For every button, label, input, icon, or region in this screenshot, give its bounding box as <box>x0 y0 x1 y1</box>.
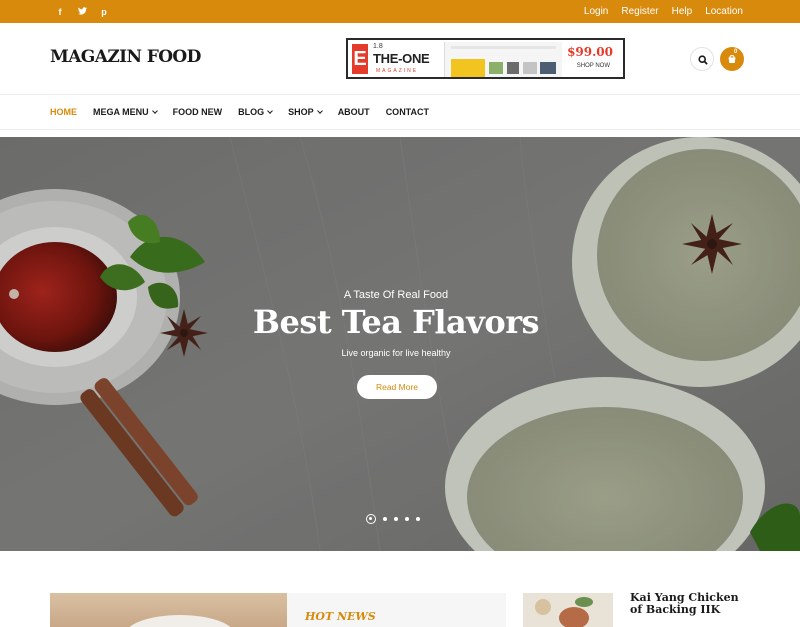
search-button[interactable] <box>690 47 714 71</box>
hero-title: Best Tea Flavors <box>252 303 540 341</box>
news-title-link[interactable]: Kai Yang Chicken of Backing IIK <box>630 592 750 616</box>
nav-item-food-new[interactable]: FOOD NEW <box>173 107 223 117</box>
social-links: f p <box>55 0 109 23</box>
login-link[interactable]: Login <box>584 6 608 17</box>
banner-version: 1.8 <box>373 43 383 50</box>
nav-item-label: BLOG <box>238 107 265 117</box>
nav-divider-bottom <box>0 129 800 130</box>
featured-post-image[interactable] <box>50 593 287 627</box>
cart-count-badge: 0 <box>734 49 738 55</box>
news-thumbnail[interactable] <box>523 593 613 627</box>
top-links: Login Register Help Location <box>584 0 743 23</box>
slider-dot-1[interactable] <box>366 514 376 524</box>
hot-news-label: HOT NEWS <box>305 610 376 623</box>
site-logo[interactable]: MAGAZIN FOOD <box>50 47 201 67</box>
hero-tagline: Live organic for live healthy <box>341 348 451 358</box>
slider-dot-2[interactable] <box>383 517 387 521</box>
read-more-button[interactable]: Read More <box>357 375 437 399</box>
nav-item-label: SHOP <box>288 107 314 117</box>
nav-item-label: MEGA MENU <box>93 107 149 117</box>
ad-banner[interactable]: E 1.8 THE-ONE MAGAZINE $99.00 SHOP NOW <box>346 38 625 79</box>
banner-price: $99.00 <box>567 45 613 59</box>
banner-cta[interactable]: SHOP NOW <box>577 63 610 69</box>
banner-tagline: MAGAZINE <box>376 68 419 74</box>
top-bar: f p Login Register Help Location <box>0 0 800 23</box>
chevron-down-icon <box>151 108 158 114</box>
hero-overlay <box>0 137 800 551</box>
banner-preview-image <box>444 42 562 77</box>
banner-logo-icon: E <box>352 44 368 74</box>
help-link[interactable]: Help <box>672 6 693 17</box>
slider-dot-5[interactable] <box>416 517 420 521</box>
location-link[interactable]: Location <box>705 6 743 17</box>
chevron-down-icon <box>316 108 323 114</box>
nav-item-blog[interactable]: BLOG <box>238 107 274 117</box>
register-link[interactable]: Register <box>621 6 658 17</box>
banner-brand: THE-ONE <box>373 51 430 66</box>
chevron-down-icon <box>267 108 274 114</box>
nav-item-label: FOOD NEW <box>172 107 223 117</box>
hero-subtitle: A Taste Of Real Food <box>343 289 449 301</box>
nav-item-label: HOME <box>50 107 77 117</box>
facebook-icon[interactable]: f <box>55 7 65 17</box>
slider-dot-4[interactable] <box>405 517 409 521</box>
nav-item-home[interactable]: HOME <box>50 107 77 117</box>
nav-item-label: ABOUT <box>337 107 370 117</box>
nav-item-about[interactable]: ABOUT <box>338 107 370 117</box>
nav-item-label: CONTACT <box>385 107 430 117</box>
slider-dot-3[interactable] <box>394 517 398 521</box>
twitter-icon[interactable] <box>77 6 87 17</box>
cart-button[interactable] <box>720 47 744 71</box>
cart-icon <box>728 54 736 63</box>
slider-dots <box>366 514 420 524</box>
nav-item-mega-menu[interactable]: MEGA MENU <box>93 107 158 117</box>
pinterest-icon[interactable]: p <box>99 7 109 17</box>
main-nav: HOME MEGA MENU FOOD NEW BLOG SHOP ABOUT … <box>50 95 429 129</box>
hero-slider: A Taste Of Real Food Best Tea Flavors Li… <box>0 137 800 551</box>
nav-item-shop[interactable]: SHOP <box>288 107 323 117</box>
search-icon <box>698 55 708 65</box>
nav-item-contact[interactable]: CONTACT <box>386 107 429 117</box>
